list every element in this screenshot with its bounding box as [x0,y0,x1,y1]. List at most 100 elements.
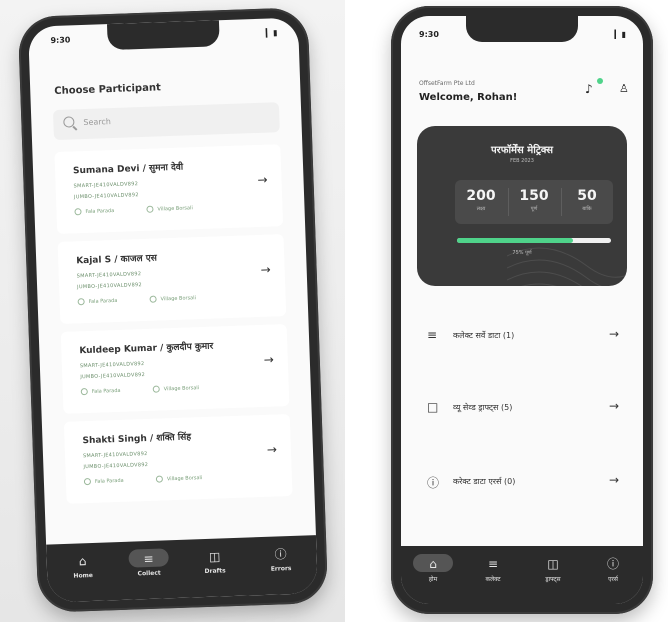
menu-correct-errors[interactable]: ⓘ करेक्ट डाटा एरर्स (0) → [417,462,627,502]
nav-label: Errors [270,565,292,573]
participant-code: SMART-JE410VALDV892 [79,361,145,370]
drafts-icon: ◫ [547,557,559,571]
location-pin-icon [80,388,88,396]
participant-name: Sumana Devi / सुमना देवी [72,162,184,177]
search-input[interactable]: Search [52,102,280,141]
phone-notch [106,20,220,51]
menu-label: व्यू सेव्ड ड्राफ्ट्स (5) [453,403,513,412]
collect-icon: ≡ [487,557,499,571]
participant-screen: 9:30 ▎▮ Choose Participant Search Sumana… [28,17,318,603]
home-icon: ⌂ [78,554,87,569]
status-time: 9:30 [419,30,439,39]
location-pin-icon [152,385,160,393]
location-pin-icon [155,475,164,483]
bell-icon[interactable]: ♪ [585,82,593,96]
participant-card[interactable]: Kajal S / काजल एस SMART-JE410VALDV892 JU… [57,234,287,324]
nav-collect[interactable]: ≡ कलेक्ट [463,556,523,583]
location-pin-icon [83,477,92,486]
nav-label: Drafts [204,567,226,576]
nav-label: Collect [137,569,161,578]
nav-home[interactable]: ⌂ Home [52,552,113,580]
nav-label: कलेक्ट [485,576,501,583]
arrow-right-icon: → [608,327,619,341]
arrow-right-icon[interactable]: → [263,353,274,367]
participant-village: Village Borsali [155,474,202,483]
menu-label: करेक्ट डाटा एरर्स (0) [453,477,516,486]
nav-errors[interactable]: ⓘ Errors [250,545,311,573]
participant-location: Fala Parada [77,297,118,306]
participant-code: JUMBO-JE410VALDV892 [77,282,143,291]
location-pin-icon [74,208,82,216]
arrow-right-icon[interactable]: → [260,263,271,277]
drafts-icon: □ [427,400,439,414]
participant-code: JUMBO-JE410VALDV892 [80,372,146,381]
participant-card[interactable]: Kuldeep Kumar / कुलदीप कुमार SMART-JE410… [60,324,290,414]
participant-code: JUMBO-JE410VALDV892 [83,461,149,471]
location-pin-icon [77,298,85,306]
status-signal-icon: ▎▮ [614,30,627,39]
participant-code: SMART-JE410VALDV892 [76,271,142,280]
user-icon[interactable]: ♙ [619,82,629,95]
participant-name: Kajal S / काजल एस [76,253,158,267]
menu-view-drafts[interactable]: □ व्यू सेव्ड ड्राफ्ट्स (5) → [417,388,627,428]
stat-label: बाकि [582,206,592,212]
location-pin-icon [149,295,157,303]
arrow-right-icon: → [608,473,619,487]
nav-collect[interactable]: ≡ Collect [118,548,179,578]
drafts-icon: ◫ [208,549,221,564]
location-pin-icon [146,205,154,213]
status-time: 9:30 [50,35,71,46]
stat-complete: 150 पूर्ण [508,188,560,212]
page-title: Choose Participant [54,82,161,98]
alert-icon: ⓘ [606,557,619,571]
phone-mockup-right: 9:30 ▎▮ OffsetFarm Pte Ltd Welcome, Roha… [391,6,653,614]
stat-value: 150 [519,188,549,204]
phone-notch [466,16,578,42]
dashboard-screen: 9:30 ▎▮ OffsetFarm Pte Ltd Welcome, Roha… [401,16,643,604]
stats-box: 200 लक्ष्य 150 पूर्ण 50 बाकि [455,180,613,224]
bottom-nav: ⌂ होम ≡ कलेक्ट ◫ ड्राफ्ट्स ⓘ एरर्स [401,546,643,604]
alert-icon: ⓘ [274,547,287,562]
arrow-right-icon: → [608,399,619,413]
progress-label: 75% पूर्ण [512,250,532,256]
nav-drafts[interactable]: ◫ ड्राफ्ट्स [523,556,583,583]
welcome-text: Welcome, Rohan! [419,92,518,103]
nav-drafts[interactable]: ◫ Drafts [184,548,245,576]
phone-mockup-left: 9:30 ▎▮ Choose Participant Search Sumana… [17,7,329,613]
home-icon: ⌂ [429,557,437,571]
participant-code: JUMBO-JE410VALDV892 [73,192,139,201]
nav-label: एरर्स [608,576,618,583]
status-signal-icon: ▎▮ [265,28,279,38]
performance-card: परफॉर्मेंस मेट्रिक्स FEB 2023 200 लक्ष्य… [417,126,627,286]
participant-village: Village Borsali [146,204,193,213]
stat-value: 50 [577,188,597,204]
participant-village: Village Borsali [152,384,199,393]
participant-location: Fala Parada [83,477,124,486]
participant-location: Fala Parada [80,387,121,396]
alert-icon: ⓘ [427,476,440,490]
arrow-right-icon[interactable]: → [257,173,268,187]
stat-target: 200 लक्ष्य [455,188,507,212]
nav-label: ड्राफ्ट्स [545,576,561,583]
nav-label: होम [428,576,438,583]
bottom-nav: ⌂ Home ≡ Collect ◫ Drafts ⓘ Errors [46,535,318,603]
participant-name: Shakti Singh / शक्ति सिंह [82,432,192,447]
nav-home[interactable]: ⌂ होम [403,554,463,583]
collect-icon: ≡ [143,551,154,567]
participant-name: Kuldeep Kumar / कुलदीप कुमार [79,341,214,357]
menu-collect-survey[interactable]: ≡ कलेक्ट सर्वे डाटा (1) → [417,316,627,356]
participant-village: Village Borsali [149,294,196,303]
nav-label: Home [73,571,94,580]
progress-bar [457,238,611,243]
participant-card[interactable]: Sumana Devi / सुमना देवी SMART-JE410VALD… [54,144,284,234]
nav-errors[interactable]: ⓘ एरर्स [583,556,643,583]
company-name: OffsetFarm Pte Ltd [419,80,475,87]
menu-label: कलेक्ट सर्वे डाटा (1) [453,331,515,340]
arrow-right-icon[interactable]: → [267,442,278,456]
collect-icon: ≡ [427,328,438,342]
stat-value: 200 [466,188,496,204]
card-title: परफॉर्मेंस मेट्रिक्स [490,145,554,156]
card-date: FEB 2023 [510,158,534,164]
stat-label: लक्ष्य [476,206,486,212]
participant-card[interactable]: Shakti Singh / शक्ति सिंह SMART-JE410VAL… [63,413,293,504]
